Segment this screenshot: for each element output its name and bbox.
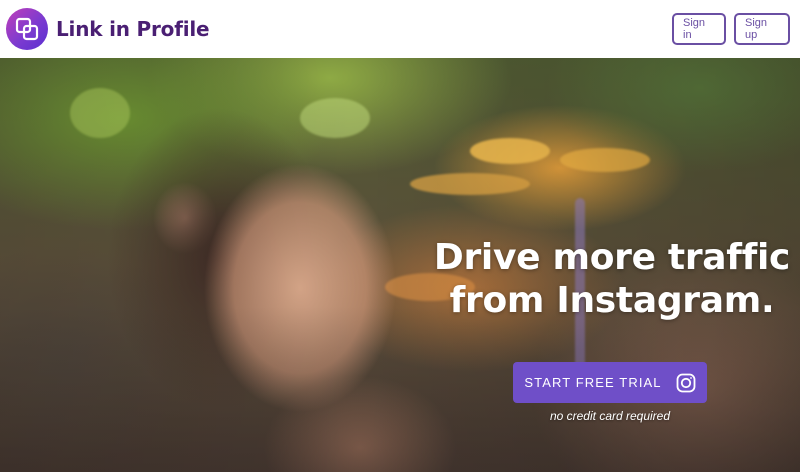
cta-label: START FREE TRIAL [524,375,662,390]
sign-up-button[interactable]: Sign up [734,13,790,45]
headline-line-2: from Instagram. [449,280,775,321]
hero-headline: Drive more traffic from Instagram. [432,236,792,322]
no-credit-card-note: no credit card required [549,409,671,423]
start-free-trial-button[interactable]: START FREE TRIAL [513,362,707,403]
brand-name: Link in Profile [56,17,210,41]
link-logo-icon [6,8,48,50]
headline-line-1: Drive more traffic [433,237,791,278]
auth-nav: Sign in Sign up [672,13,790,45]
instagram-icon [676,373,696,393]
sign-in-button[interactable]: Sign in [672,13,726,45]
site-header: Link in Profile Sign in Sign up [0,0,800,58]
brand-logo-link[interactable]: Link in Profile [6,8,210,50]
hero-section: Drive more traffic from Instagram. START… [0,58,800,472]
